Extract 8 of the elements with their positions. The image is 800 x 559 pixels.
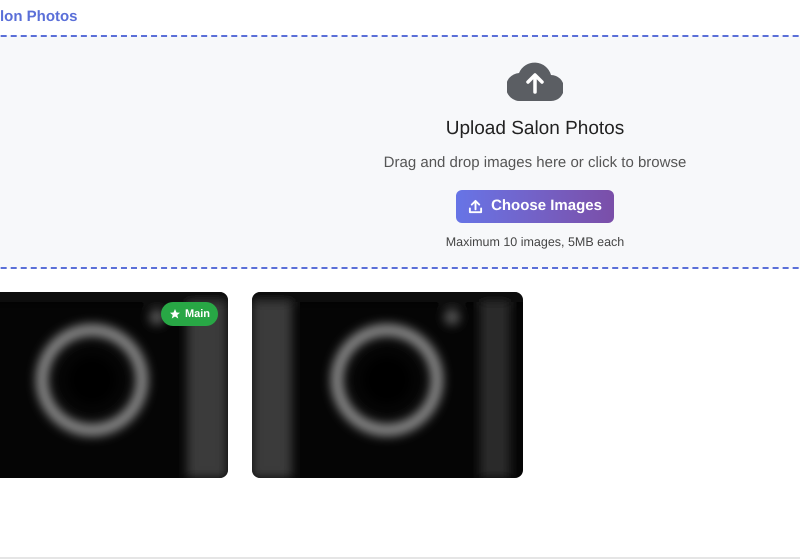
upload-limit-note: Maximum 10 images, 5MB each	[446, 234, 624, 251]
main-badge: Main	[160, 302, 218, 326]
star-icon	[168, 308, 181, 320]
upload-hint: Drag and drop images here or click to browse	[384, 152, 686, 172]
section-title: lon Photos	[0, 7, 78, 28]
upload-icon	[468, 199, 484, 214]
upload-title: Upload Salon Photos	[446, 117, 624, 141]
choose-images-button[interactable]: Choose Images	[456, 190, 614, 223]
